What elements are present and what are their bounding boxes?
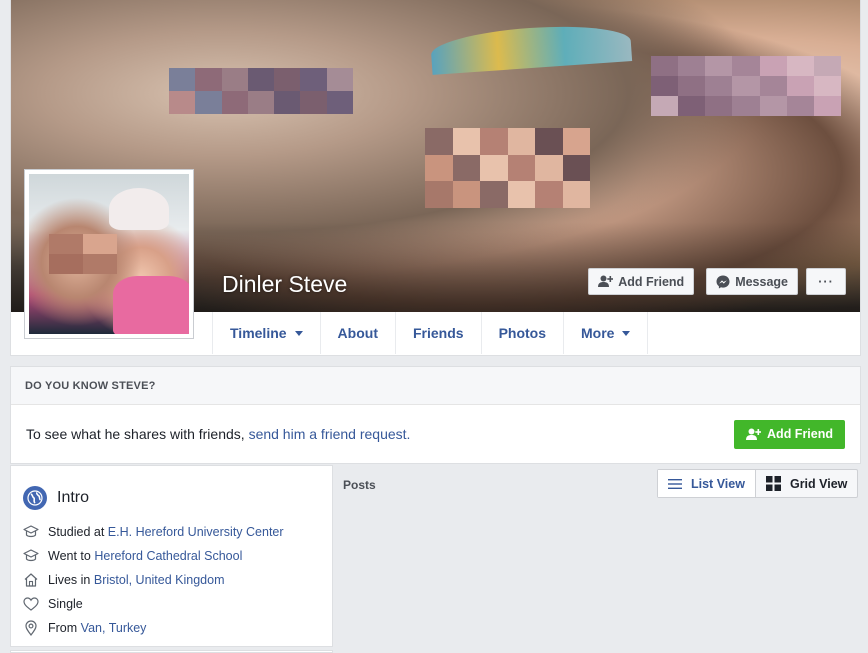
face-blur xyxy=(651,56,841,116)
face-blur xyxy=(49,234,117,274)
intro-header: Intro xyxy=(11,466,332,516)
location-pin-icon xyxy=(25,620,37,636)
face-blur xyxy=(425,128,590,208)
profile-photo-detail xyxy=(109,188,169,230)
list-icon xyxy=(668,478,682,489)
tab-timeline[interactable]: Timeline xyxy=(213,312,321,354)
friend-request-prompt: To see what he shares with friends, send… xyxy=(26,426,410,442)
intro-item-lives-in: Lives in Bristol, United Kingdom xyxy=(23,568,320,592)
do-you-know-body: To see what he shares with friends, send… xyxy=(11,405,860,463)
do-you-know-card: DO YOU KNOW STEVE? To see what he shares… xyxy=(10,366,861,464)
tab-more[interactable]: More xyxy=(564,312,649,354)
face-blur xyxy=(169,68,353,114)
intro-item-relationship: Single xyxy=(23,592,320,616)
intro-card: Intro Studied at E.H. Hereford Universit… xyxy=(10,465,333,647)
tab-timeline-label: Timeline xyxy=(230,325,287,341)
profile-picture[interactable] xyxy=(24,169,194,339)
intro-list: Studied at E.H. Hereford University Cent… xyxy=(11,516,332,640)
send-friend-request-link[interactable]: send him a friend request. xyxy=(249,426,411,442)
caret-down-icon xyxy=(294,330,303,336)
grid-view-label: Grid View xyxy=(789,476,848,491)
graduation-cap-icon xyxy=(23,549,39,562)
posts-label: Posts xyxy=(343,478,376,492)
intro-item-prefix: Went to xyxy=(48,549,91,563)
intro-item-link[interactable]: E.H. Hereford University Center xyxy=(108,525,284,539)
intro-item-link[interactable]: Van, Turkey xyxy=(81,621,147,635)
intro-item-prefix: From xyxy=(48,621,78,635)
intro-item-from: From Van, Turkey xyxy=(23,616,320,640)
intro-item-prefix: Single xyxy=(48,597,83,611)
grid-icon xyxy=(765,476,781,491)
intro-item-link[interactable]: Bristol, United Kingdom xyxy=(94,573,225,587)
intro-title: Intro xyxy=(57,489,90,506)
profile-name[interactable]: Dinler Steve xyxy=(222,271,347,298)
heart-icon xyxy=(23,597,39,611)
tab-more-label: More xyxy=(581,325,615,341)
tab-friends[interactable]: Friends xyxy=(396,312,482,354)
graduation-cap-icon xyxy=(23,525,39,538)
list-view-label: List View xyxy=(691,476,745,491)
more-options-button[interactable]: ··· xyxy=(806,268,846,295)
tab-friends-label: Friends xyxy=(412,325,464,341)
tab-about[interactable]: About xyxy=(321,312,396,354)
tab-photos[interactable]: Photos xyxy=(482,312,565,354)
intro-item-prefix: Lives in xyxy=(48,573,91,587)
add-friend-green-button[interactable]: Add Friend xyxy=(734,419,845,449)
grid-view-button[interactable]: Grid View xyxy=(756,470,857,497)
tab-photos-label: Photos xyxy=(498,325,547,341)
profile-photo-detail xyxy=(113,276,189,334)
caret-down-icon xyxy=(622,330,631,336)
more-options-icon: ··· xyxy=(818,274,834,289)
profile-tabs: Timeline About Friends Photos More xyxy=(212,312,649,354)
cover-actions: Add Friend Message ··· xyxy=(588,268,846,295)
add-friend-icon xyxy=(598,275,614,287)
friend-request-text: To see what he shares with friends, xyxy=(26,426,245,442)
add-friend-label: Add Friend xyxy=(618,274,685,289)
cover-photo-detail xyxy=(429,21,633,75)
intro-item-link[interactable]: Hereford Cathedral School xyxy=(94,549,242,563)
intro-item-went-to: Went to Hereford Cathedral School xyxy=(23,544,320,568)
home-icon xyxy=(24,573,38,587)
do-you-know-header: DO YOU KNOW STEVE? xyxy=(11,367,860,405)
message-button[interactable]: Message xyxy=(706,268,798,295)
message-label: Message xyxy=(735,274,788,289)
add-friend-button[interactable]: Add Friend xyxy=(588,268,695,295)
messenger-icon xyxy=(716,275,730,288)
list-view-button[interactable]: List View xyxy=(658,470,756,497)
intro-item-prefix: Studied at xyxy=(48,525,105,539)
view-toggle: List View Grid View xyxy=(657,469,859,498)
add-friend-green-label: Add Friend xyxy=(767,427,833,441)
intro-item-studied: Studied at E.H. Hereford University Cent… xyxy=(23,520,320,544)
globe-icon xyxy=(23,486,47,510)
tab-about-label: About xyxy=(337,325,378,341)
profile-photo xyxy=(29,174,189,334)
add-friend-icon xyxy=(746,428,762,440)
